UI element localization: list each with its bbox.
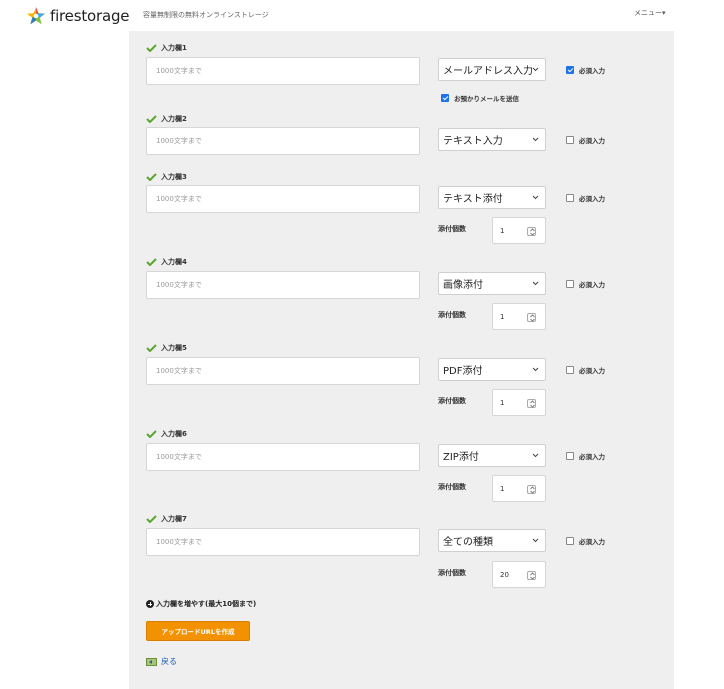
field-4-required: 必須入力 [566, 279, 605, 289]
field-2-required: 必須入力 [566, 135, 605, 145]
chevron-down-icon [532, 453, 539, 458]
field-3-type-select[interactable]: テキスト添付 [438, 186, 546, 209]
field-4-required-checkbox[interactable] [566, 280, 574, 288]
menu-button[interactable]: メニュー▾ [634, 8, 666, 18]
back-link[interactable]: 戻る [146, 656, 177, 667]
field-6-required-checkbox[interactable] [566, 452, 574, 460]
check-icon [146, 173, 157, 181]
field-6-label: 入力欄6 [146, 429, 187, 439]
send-mail-option: お預かりメールを送信 [441, 93, 519, 103]
spin-icon[interactable] [527, 227, 536, 236]
field-5-type-select[interactable]: PDF添付 [438, 358, 546, 381]
field-3-required: 必須入力 [566, 193, 605, 203]
chevron-down-icon [532, 67, 539, 72]
check-icon [146, 115, 157, 123]
field-1-text-input[interactable] [146, 57, 420, 85]
field-5-text-input[interactable] [146, 357, 420, 385]
field-2-required-checkbox[interactable] [566, 136, 574, 144]
send-mail-checkbox[interactable] [441, 94, 449, 102]
chevron-down-icon [532, 281, 539, 286]
check-icon [146, 258, 157, 266]
field-5-required-checkbox[interactable] [566, 366, 574, 374]
spin-icon[interactable] [527, 399, 536, 408]
field-7-required-checkbox[interactable] [566, 537, 574, 545]
field-4-text-input[interactable] [146, 271, 420, 299]
chevron-down-icon [532, 367, 539, 372]
field-3-attach-count[interactable]: 1 [492, 217, 546, 244]
logo-text: firestorage [50, 7, 130, 25]
field-4-label: 入力欄4 [146, 257, 187, 267]
tagline: 容量無制限の無料オンラインストレージ [143, 11, 269, 19]
spin-icon[interactable] [527, 485, 536, 494]
field-5-label: 入力欄5 [146, 343, 187, 353]
plus-circle-icon [146, 600, 154, 608]
field-1-label: 入力欄1 [146, 43, 187, 53]
check-icon [146, 44, 157, 52]
field-6-text-input[interactable] [146, 443, 420, 471]
header: firestorage 容量無制限の無料オンラインストレージ メニュー▾ [0, 0, 724, 30]
field-5-attach-count[interactable]: 1 [492, 389, 546, 416]
add-field-link[interactable]: 入力欄を増やす(最大10個まで) [146, 599, 256, 609]
create-upload-url-button[interactable]: アップロードURLを作成 [146, 621, 250, 641]
field-7-label: 入力欄7 [146, 514, 187, 524]
check-icon [146, 344, 157, 352]
field-2-type-select[interactable]: テキスト入力 [438, 128, 546, 151]
chevron-down-icon [532, 137, 539, 142]
form-panel: 入力欄1 メールアドレス入力 必須入力 お預かりメールを送信 入力欄2 テキスト… [129, 31, 674, 689]
firestorage-star-logo-icon [27, 7, 45, 25]
logo[interactable]: firestorage [26, 6, 129, 26]
field-1-type-select[interactable]: メールアドレス入力 [438, 58, 546, 81]
chevron-down-icon [532, 538, 539, 543]
field-6-type-select[interactable]: ZIP添付 [438, 444, 546, 467]
field-6-attach-count[interactable]: 1 [492, 475, 546, 502]
field-4-type-select[interactable]: 画像添付 [438, 272, 546, 295]
field-1-required-checkbox[interactable] [566, 66, 574, 74]
field-6-required: 必須入力 [566, 451, 605, 461]
field-3-required-checkbox[interactable] [566, 194, 574, 202]
field-4-attach-count[interactable]: 1 [492, 303, 546, 330]
spin-icon[interactable] [527, 313, 536, 322]
back-icon [146, 658, 157, 666]
field-5-attach-label: 添付個数 [438, 397, 466, 405]
field-3-label: 入力欄3 [146, 172, 187, 182]
field-7-type-select[interactable]: 全ての種類 [438, 529, 546, 552]
field-2-label: 入力欄2 [146, 114, 187, 124]
field-5-required: 必須入力 [566, 365, 605, 375]
field-1-required: 必須入力 [566, 65, 605, 75]
field-7-text-input[interactable] [146, 528, 420, 556]
chevron-down-icon [532, 195, 539, 200]
field-4-attach-label: 添付個数 [438, 311, 466, 319]
field-6-attach-label: 添付個数 [438, 483, 466, 491]
field-3-attach-label: 添付個数 [438, 225, 466, 233]
check-icon [146, 515, 157, 523]
field-2-text-input[interactable] [146, 127, 420, 155]
field-7-attach-count[interactable]: 20 [492, 561, 546, 588]
field-7-attach-label: 添付個数 [438, 569, 466, 577]
check-icon [146, 430, 157, 438]
field-7-required: 必須入力 [566, 536, 605, 546]
spin-icon[interactable] [527, 571, 536, 580]
field-3-text-input[interactable] [146, 185, 420, 213]
